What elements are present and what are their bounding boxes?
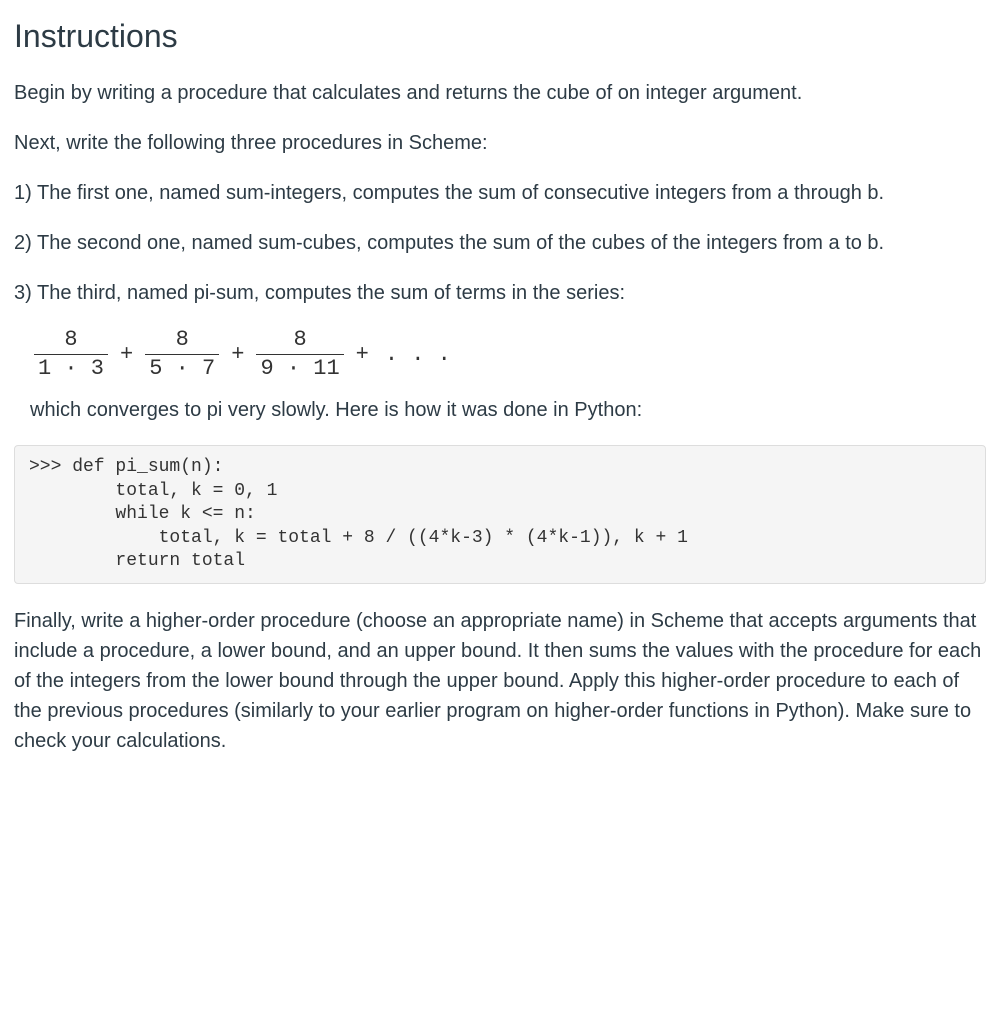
paragraph-item-2: 2) The second one, named sum-cubes, comp… — [14, 228, 986, 258]
fraction-term-1: 8 1 · 3 — [34, 328, 108, 381]
plus-operator: + — [120, 338, 133, 371]
fraction-term-3: 8 9 · 11 — [256, 328, 343, 381]
paragraph-converges: which converges to pi very slowly. Here … — [30, 395, 986, 425]
paragraph-intro: Begin by writing a procedure that calcul… — [14, 78, 986, 108]
paragraph-next: Next, write the following three procedur… — [14, 128, 986, 158]
paragraph-finally: Finally, write a higher-order procedure … — [14, 606, 986, 756]
fraction-term-2: 8 5 · 7 — [145, 328, 219, 381]
ellipsis: . . . — [385, 338, 451, 371]
fraction-denominator: 9 · 11 — [256, 354, 343, 381]
math-series: 8 1 · 3 + 8 5 · 7 + 8 9 · 11 + . . . — [30, 328, 986, 381]
fraction-numerator: 8 — [60, 328, 81, 354]
plus-operator: + — [231, 338, 244, 371]
paragraph-item-1: 1) The first one, named sum-integers, co… — [14, 178, 986, 208]
series-block: 8 1 · 3 + 8 5 · 7 + 8 9 · 11 + . . . whi… — [14, 328, 986, 425]
code-block-python: >>> def pi_sum(n): total, k = 0, 1 while… — [14, 445, 986, 584]
fraction-denominator: 5 · 7 — [145, 354, 219, 381]
fraction-denominator: 1 · 3 — [34, 354, 108, 381]
fraction-numerator: 8 — [289, 328, 310, 354]
fraction-numerator: 8 — [172, 328, 193, 354]
paragraph-item-3: 3) The third, named pi-sum, computes the… — [14, 278, 986, 308]
page-title: Instructions — [14, 12, 986, 60]
plus-operator: + — [356, 338, 369, 371]
